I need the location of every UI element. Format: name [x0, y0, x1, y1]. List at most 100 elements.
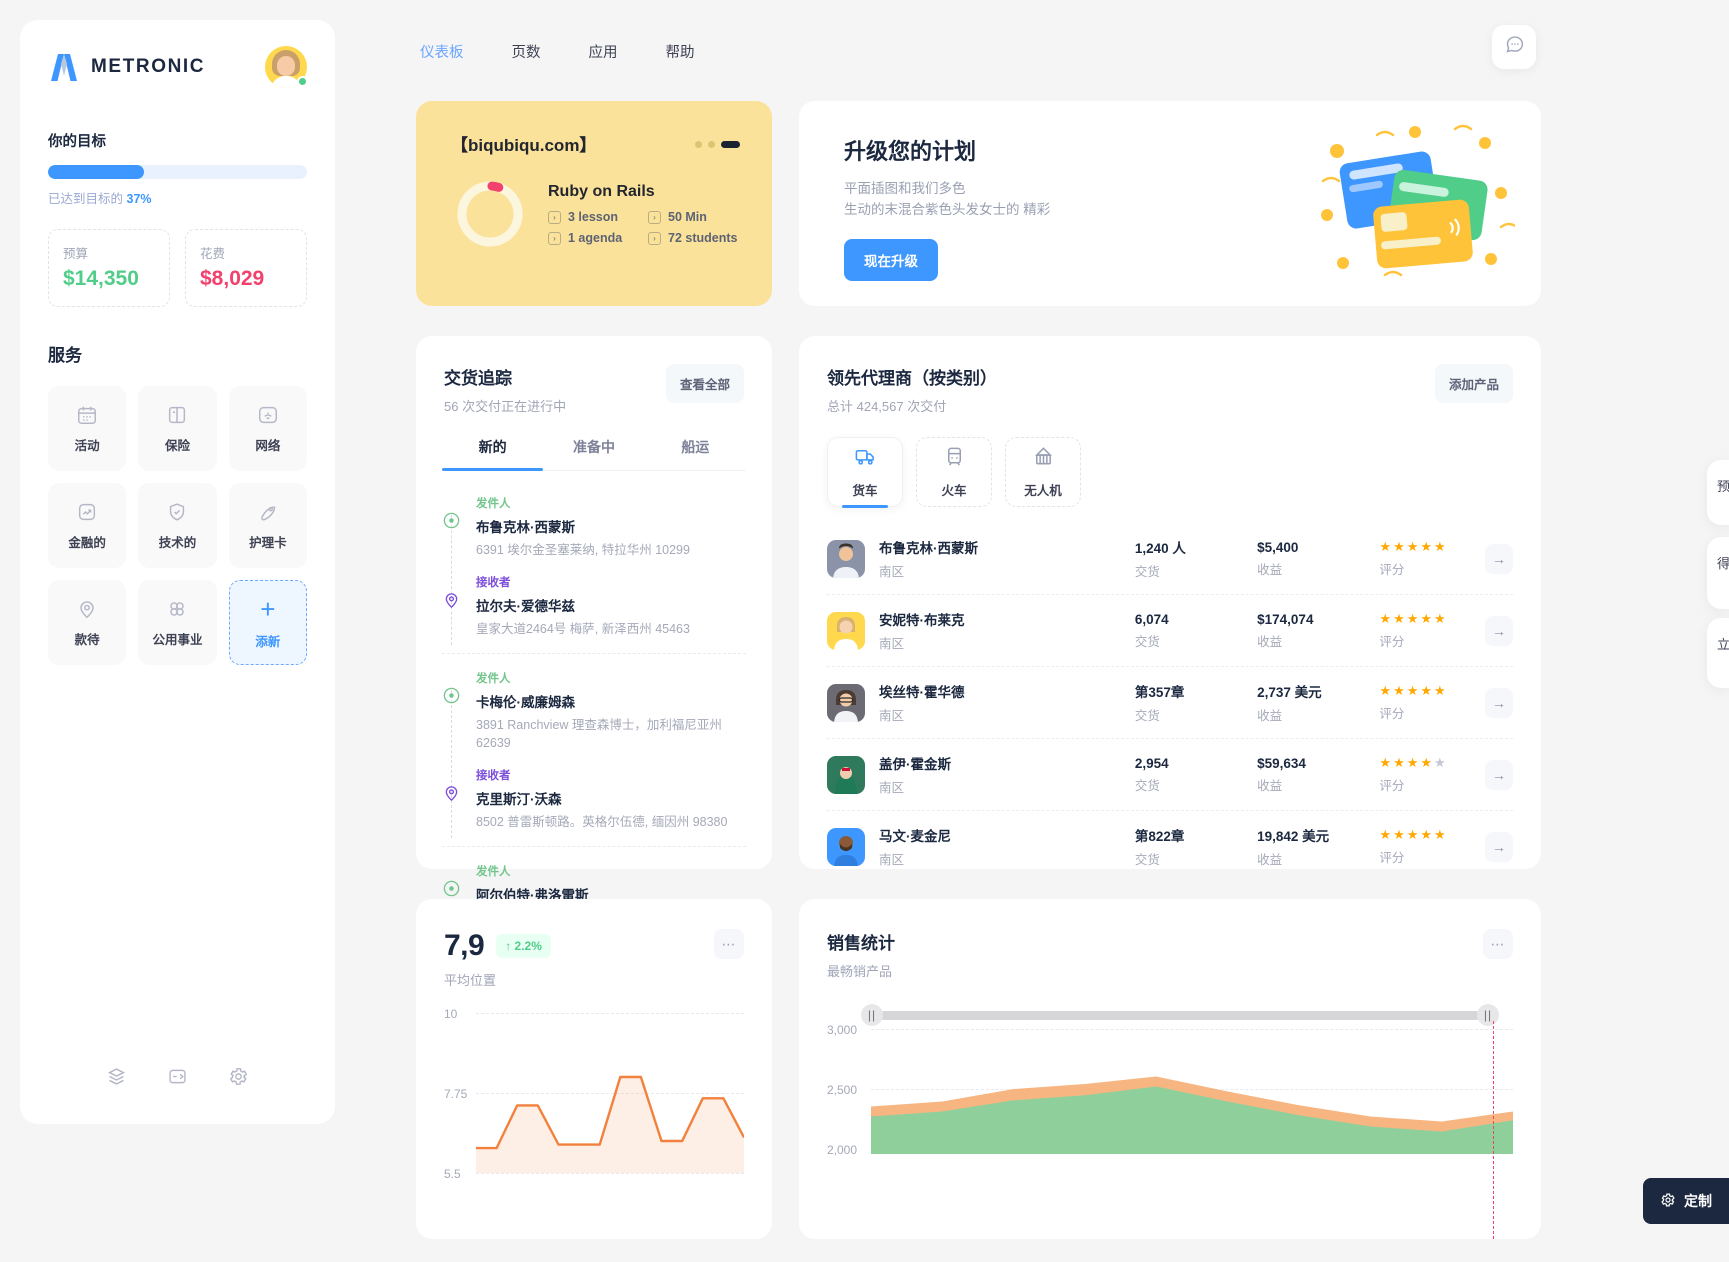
course-meta-value: 3 lesson — [568, 210, 619, 224]
agent-delivery: 第822章 交货 — [1135, 825, 1257, 868]
course-meta-lessons: › 3 lesson — [548, 210, 648, 224]
row-arrow-icon[interactable]: → — [1484, 759, 1513, 790]
nav-item-apps[interactable]: 应用 — [583, 37, 624, 66]
drawer-label: 预 — [1717, 479, 1729, 494]
dots-icon[interactable]: ⋯ — [1483, 929, 1513, 959]
category-tile-train[interactable]: 火车 — [916, 437, 992, 507]
agent-delivery-value: 1,240 人 — [1134, 541, 1186, 556]
online-status-dot — [297, 76, 308, 87]
delivery-tracking-card: 交货追踪 56 次交付正在进行中 查看全部 新的 准备中 船运 发件人 布鲁克林… — [416, 336, 772, 903]
sender-role-label: 发件人 — [476, 672, 511, 685]
star-rating: ★ ★ ★ ★ ★ — [1379, 827, 1484, 843]
agent-revenue: $5,400 收益 — [1257, 540, 1379, 578]
service-label: 活动 — [74, 438, 100, 453]
star-icon: ★ — [1420, 683, 1433, 698]
brand[interactable]: METRONIC — [48, 52, 205, 82]
agent-revenue-value: 19,842 美元 — [1257, 829, 1330, 844]
user-avatar[interactable] — [265, 46, 308, 88]
stat-budget-label: 预算 — [63, 247, 89, 261]
row-arrow-icon[interactable]: → — [1484, 615, 1513, 646]
upgrade-now-button[interactable]: 现在升级 — [844, 238, 938, 281]
nav-item-help[interactable]: 帮助 — [660, 37, 701, 66]
star-icon: ★ — [1406, 755, 1419, 770]
service-label: 公用事业 — [152, 632, 203, 647]
star-icon: ★ — [1393, 683, 1405, 698]
position-subtitle: 平均位置 — [444, 973, 497, 988]
goal-progress-note: 已达到目标的 37% — [48, 188, 307, 207]
service-tile-utilities[interactable]: 公用事业 — [138, 580, 217, 665]
table-row[interactable]: 盖伊·霍金斯 南区 2,954 交货 $59,634 收益 ★ ★ ★ ★ ★ 评分 → — [827, 739, 1513, 811]
category-tile-truck[interactable]: 货车 — [827, 437, 903, 508]
drawer-panel-2[interactable]: 得 — [1707, 537, 1729, 609]
agent-region: 南区 — [879, 637, 905, 651]
pager-dot[interactable] — [708, 141, 715, 148]
service-tile-hospitality[interactable]: 款待 — [48, 580, 127, 665]
nav-item-dashboard[interactable]: 仪表板 — [414, 37, 470, 66]
service-tile-network[interactable]: 网络 — [228, 386, 307, 471]
agent-identity: 安妮特·布莱克 南区 — [879, 609, 1135, 652]
pager-dot-active[interactable] — [721, 141, 740, 148]
service-tile-add-new[interactable]: + 添新 — [228, 580, 307, 665]
note-icon[interactable] — [167, 1066, 188, 1092]
service-tile-carecard[interactable]: 护理卡 — [228, 483, 307, 568]
avatar — [827, 755, 865, 794]
drawer-panel-1[interactable]: 预 — [1707, 460, 1729, 525]
star-icon: ★ — [1434, 755, 1446, 770]
row-arrow-icon[interactable]: → — [1484, 687, 1513, 718]
star-icon: ★ — [1434, 539, 1446, 554]
agents-title: 领先代理商（按类别） — [827, 369, 997, 388]
service-tile-technical[interactable]: 技术的 — [138, 483, 217, 568]
receiver-name: 克里斯汀·沃森 — [476, 792, 562, 807]
slider-track[interactable] — [879, 1011, 1481, 1020]
service-tile-financial[interactable]: 金融的 — [48, 483, 127, 568]
nav-item-pages[interactable]: 页数 — [506, 37, 547, 66]
view-all-button[interactable]: 查看全部 — [665, 364, 744, 403]
gear-icon[interactable] — [228, 1066, 249, 1092]
position-summary: 7,9 ↑ 2.2% 平均位置 — [444, 929, 551, 989]
service-tile-activity[interactable]: 活动 — [48, 386, 127, 471]
agent-revenue-value: 2,737 美元 — [1257, 685, 1322, 700]
table-row[interactable]: 马文·麦金尼 南区 第822章 交货 19,842 美元 收益 ★ ★ ★ ★ ★ 评分… — [827, 811, 1513, 882]
tracking-tabs: 新的 准备中 船运 — [442, 437, 746, 471]
pager-dot[interactable] — [695, 141, 702, 148]
agent-delivery-caption: 交货 — [1134, 709, 1160, 723]
slider-handle-left[interactable]: || — [861, 1004, 883, 1026]
chat-button[interactable] — [1492, 25, 1536, 69]
tab-preparing[interactable]: 准备中 — [543, 437, 644, 470]
row-arrow-icon[interactable]: → — [1484, 543, 1513, 574]
grid-dots-icon — [166, 598, 188, 620]
layers-icon[interactable] — [106, 1066, 127, 1092]
category-tile-drone[interactable]: 无人机 — [1005, 437, 1081, 507]
y-tick: 10 — [444, 1007, 458, 1021]
origin-circle-icon — [442, 511, 461, 530]
range-slider[interactable]: || || — [861, 1004, 1499, 1026]
course-card-body: Ruby on Rails › 3 lesson › 50 Min › 1 ag… — [454, 178, 772, 250]
tracking-item: 发件人 卡梅伦·威廉姆森 3891 Ranchview 理查森博士，加利福尼亚州… — [442, 654, 746, 847]
tab-new[interactable]: 新的 — [442, 437, 544, 471]
table-row[interactable]: 布鲁克林·西蒙斯 南区 1,240 人 交货 $5,400 收益 ★ ★ ★ ★ ★ 评… — [827, 523, 1513, 595]
tab-shipping[interactable]: 船运 — [645, 437, 746, 470]
course-card-pagination[interactable] — [695, 141, 740, 148]
agent-region: 南区 — [879, 853, 905, 867]
drawer-panel-3[interactable]: 立 — [1707, 618, 1729, 688]
dots-icon[interactable]: ⋯ — [714, 929, 744, 959]
add-product-button[interactable]: 添加产品 — [1434, 364, 1513, 403]
star-icon: ★ — [1406, 611, 1419, 626]
agent-revenue-value: $5,400 — [1257, 539, 1299, 555]
service-label: 网络 — [255, 438, 281, 453]
chevron-right-box-icon: › — [648, 231, 661, 245]
row-arrow-icon[interactable]: → — [1484, 831, 1513, 862]
plus-icon: + — [260, 593, 276, 624]
table-row[interactable]: 安妮特·布莱克 南区 6,074 交货 $174,074 收益 ★ ★ ★ ★ ★ 评分… — [827, 595, 1513, 667]
course-card: 【biqubiqu.com】 Ruby on Rails › 3 lesson — [416, 101, 772, 306]
star-icon: ★ — [1406, 827, 1419, 842]
agent-delivery-caption: 交货 — [1134, 634, 1160, 649]
table-row[interactable]: 埃丝特·霍华德 南区 第357章 交货 2,737 美元 收益 ★ ★ ★ ★ ★ 评分… — [827, 667, 1513, 739]
chevron-right-box-icon: › — [548, 231, 561, 245]
slider-handle-right[interactable]: || — [1477, 1004, 1499, 1026]
customize-button[interactable]: 定制 — [1643, 1178, 1729, 1224]
service-tile-insurance[interactable]: 保险 — [138, 386, 217, 471]
sender-name: 卡梅伦·威廉姆森 — [476, 694, 575, 710]
star-icon: ★ — [1379, 683, 1392, 698]
agent-revenue-caption: 收益 — [1257, 634, 1283, 649]
